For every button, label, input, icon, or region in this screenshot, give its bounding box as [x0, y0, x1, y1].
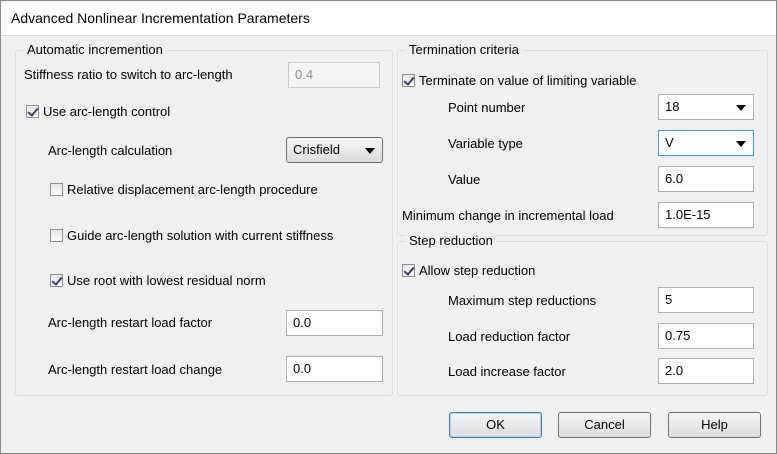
restart-load-factor-field[interactable]: 0.0	[286, 310, 383, 336]
use-root-checkbox[interactable]: Use root with lowest residual norm	[50, 273, 266, 288]
terminate-label: Terminate on value of limiting variable	[419, 73, 637, 88]
load-reduction-factor-label: Load reduction factor	[448, 329, 571, 344]
termination-criteria-title: Termination criteria	[406, 42, 522, 58]
use-root-label: Use root with lowest residual norm	[67, 273, 266, 288]
guide-arc-length-box-icon	[50, 229, 63, 242]
load-increase-factor-field[interactable]: 2.0	[658, 358, 754, 384]
step-reduction-group: Step reduction Allow step reduction Maxi…	[397, 233, 768, 396]
use-arc-length-label: Use arc-length control	[43, 104, 171, 119]
stiffness-ratio-label: Stiffness ratio to switch to arc-length	[24, 67, 233, 82]
cancel-button[interactable]: Cancel	[558, 412, 651, 438]
value-field[interactable]: 6.0	[658, 166, 754, 192]
arc-length-calculation-value: Crisfield	[293, 142, 340, 157]
allow-step-reduction-check-icon	[402, 264, 415, 277]
title-bar: Advanced Nonlinear Incrementation Parame…	[1, 1, 776, 36]
terminate-checkbox[interactable]: Terminate on value of limiting variable	[402, 73, 637, 88]
allow-step-reduction-label: Allow step reduction	[419, 263, 536, 278]
dialog-title: Advanced Nonlinear Incrementation Parame…	[11, 10, 310, 26]
arc-length-calculation-dropdown[interactable]: Crisfield	[286, 137, 383, 163]
value-label: Value	[448, 172, 481, 187]
guide-arc-length-label: Guide arc-length solution with current s…	[67, 228, 334, 243]
terminate-check-icon	[402, 74, 415, 87]
load-reduction-factor-field[interactable]: 0.75	[658, 323, 754, 349]
minimum-change-label: Minimum change in incremental load	[402, 208, 614, 223]
use-arc-length-check-icon	[26, 105, 39, 118]
use-arc-length-checkbox[interactable]: Use arc-length control	[26, 104, 170, 119]
variable-type-value: V	[665, 135, 674, 150]
point-number-dropdown[interactable]: 18	[658, 94, 754, 120]
stiffness-ratio-field[interactable]: 0.4	[288, 62, 380, 88]
ok-button[interactable]: OK	[449, 412, 542, 438]
step-reduction-title: Step reduction	[406, 233, 496, 249]
allow-step-reduction-checkbox[interactable]: Allow step reduction	[402, 263, 535, 278]
load-increase-factor-label: Load increase factor	[448, 364, 566, 379]
termination-criteria-group: Termination criteria Terminate on value …	[397, 42, 768, 236]
variable-type-label: Variable type	[448, 136, 523, 151]
use-root-check-icon	[50, 274, 63, 287]
max-step-reductions-label: Maximum step reductions	[448, 293, 597, 308]
chevron-down-icon	[365, 148, 375, 154]
chevron-down-icon	[736, 141, 746, 147]
restart-load-change-label: Arc-length restart load change	[48, 362, 223, 377]
advanced-nonlinear-dialog: Advanced Nonlinear Incrementation Parame…	[0, 0, 777, 454]
minimum-change-field[interactable]: 1.0E-15	[658, 202, 754, 228]
restart-load-factor-label: Arc-length restart load factor	[48, 315, 213, 330]
chevron-down-icon	[736, 105, 746, 111]
automatic-incremention-group: Automatic incremention Stiffness ratio t…	[15, 42, 393, 396]
help-button[interactable]: Help	[668, 412, 761, 438]
point-number-value: 18	[665, 99, 680, 114]
restart-load-change-field[interactable]: 0.0	[286, 356, 383, 382]
guide-arc-length-checkbox[interactable]: Guide arc-length solution with current s…	[50, 228, 333, 243]
arc-length-calculation-label: Arc-length calculation	[48, 143, 173, 158]
point-number-label: Point number	[448, 100, 526, 115]
automatic-incremention-title: Automatic incremention	[24, 42, 166, 58]
max-step-reductions-field[interactable]: 5	[658, 287, 754, 313]
relative-displacement-checkbox[interactable]: Relative displacement arc-length procedu…	[50, 182, 318, 197]
variable-type-dropdown[interactable]: V	[658, 130, 754, 156]
relative-displacement-label: Relative displacement arc-length procedu…	[67, 182, 318, 197]
relative-displacement-box-icon	[50, 183, 63, 196]
